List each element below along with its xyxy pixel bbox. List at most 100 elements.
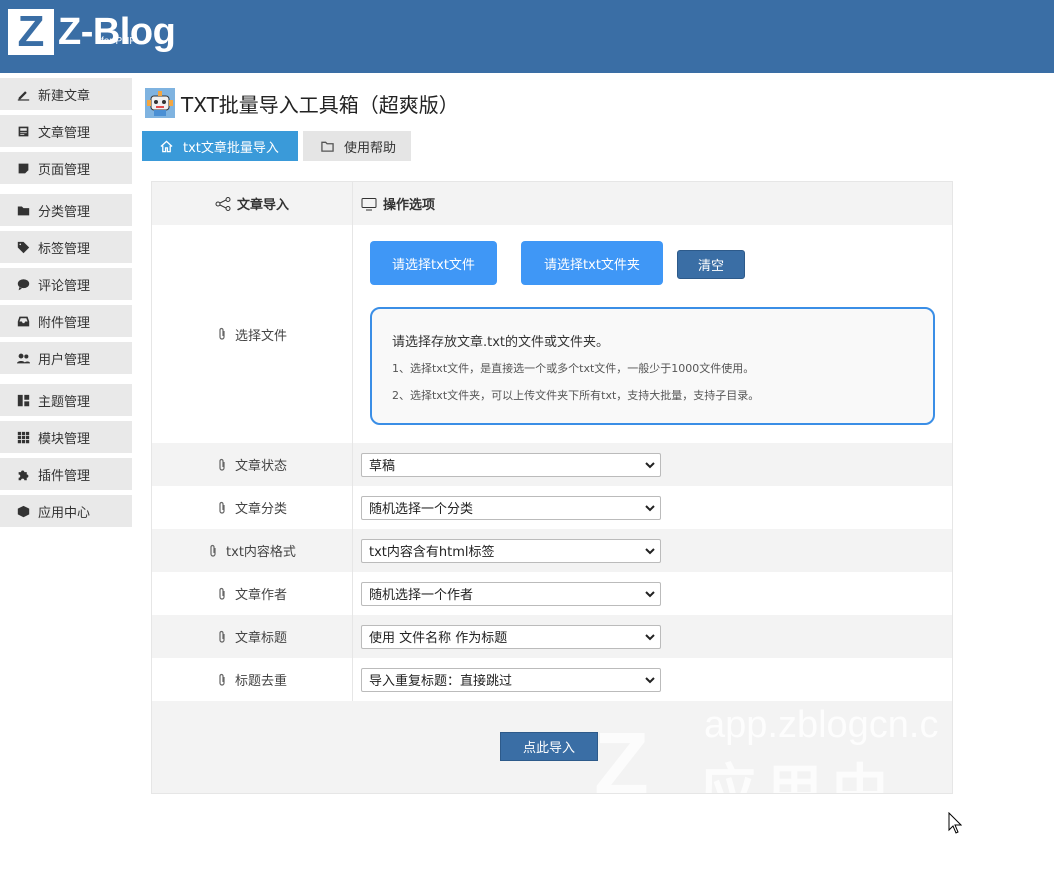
sidebar-item-label: 模块管理 xyxy=(38,431,91,447)
field-label: txt内容格式 xyxy=(226,545,296,560)
file-label-cell: 选择文件 xyxy=(152,225,353,443)
sidebar-item-label: 附件管理 xyxy=(38,315,91,331)
article-list-icon xyxy=(16,124,30,138)
page-icon xyxy=(16,161,30,175)
sidebar-item-label: 新建文章 xyxy=(38,88,91,104)
sidebar-item-attachment-manage[interactable]: 附件管理 xyxy=(0,305,132,337)
clear-button[interactable]: 清空 xyxy=(677,250,745,279)
monitor-icon xyxy=(361,197,377,210)
info-main-text: 请选择存放文章.txt的文件或文件夹。 xyxy=(392,335,610,350)
title-select[interactable]: 使用 文件名称 作为标题 xyxy=(361,624,661,649)
file-select-row: 选择文件 请选择txt文件 请选择txt文件夹 清空 请选择存放文章.txt的文… xyxy=(152,225,952,443)
header-label-import: 文章导入 xyxy=(236,198,289,213)
select-value: 随机选择一个作者 xyxy=(369,588,474,603)
paperclip-icon xyxy=(210,544,216,557)
chevron-down-icon xyxy=(645,547,655,554)
import-submit-button[interactable]: 点此导入 xyxy=(500,732,598,761)
box-icon xyxy=(16,504,30,518)
sidebar-item-label: 分类管理 xyxy=(38,204,91,220)
sidebar-item-user-manage[interactable]: 用户管理 xyxy=(0,342,132,374)
sidebar-item-module-manage[interactable]: 模块管理 xyxy=(0,421,132,453)
author-select[interactable]: 随机选择一个作者 xyxy=(361,581,661,606)
file-options-cell: 请选择txt文件 请选择txt文件夹 清空 请选择存放文章.txt的文件或文件夹… xyxy=(353,225,952,443)
field-row-dedupe: 标题去重 导入重复标题：直接跳过 xyxy=(152,658,952,701)
zblog-logo[interactable]: Z Z-Blog xyxy=(8,9,176,55)
mouse-cursor-icon xyxy=(948,812,962,834)
select-value: 使用 文件名称 作为标题 xyxy=(369,631,508,646)
chevron-down-icon xyxy=(645,676,655,683)
sidebar-item-plugin-manage[interactable]: 插件管理 xyxy=(0,458,132,490)
logo-text: Z-Blog xyxy=(58,11,176,53)
select-value: 草稿 xyxy=(369,459,396,474)
chevron-down-icon xyxy=(645,590,655,597)
sidebar-item-article-manage[interactable]: 文章管理 xyxy=(0,115,132,147)
edit-icon xyxy=(16,87,30,101)
home-icon xyxy=(160,140,173,153)
robot-icon xyxy=(145,88,175,118)
folder-icon xyxy=(16,203,30,217)
tab-txt-import[interactable]: txt文章批量导入 xyxy=(142,131,298,161)
tab-label: 使用帮助 xyxy=(344,140,397,156)
puzzle-icon xyxy=(16,467,30,481)
header-label-options: 操作选项 xyxy=(383,198,436,213)
sidebar: 新建文章 文章管理 页面管理 分类管理 标签管理 评论管理 附件管理 用户管理 … xyxy=(0,78,132,532)
sidebar-item-label: 用户管理 xyxy=(38,352,91,368)
info-box: 请选择存放文章.txt的文件或文件夹。 1、选择txt文件，是直接选一个或多个t… xyxy=(370,307,935,425)
category-select[interactable]: 随机选择一个分类 xyxy=(361,495,661,520)
comment-icon xyxy=(16,277,30,291)
field-label: 文章作者 xyxy=(234,588,287,603)
tag-icon xyxy=(16,240,30,254)
share-icon xyxy=(215,196,231,211)
sidebar-item-label: 标签管理 xyxy=(38,241,91,257)
sidebar-item-category-manage[interactable]: 分类管理 xyxy=(0,194,132,226)
import-form-table: 文章导入 操作选项 选择文件 请选择txt文件 请选择txt文件夹 清空 请选择… xyxy=(151,181,953,794)
table-header-right: 操作选项 xyxy=(353,182,952,225)
paperclip-icon xyxy=(219,587,225,600)
chevron-down-icon xyxy=(645,633,655,640)
field-row-status: 文章状态 草稿 xyxy=(152,443,952,486)
tab-bar: txt文章批量导入 使用帮助 xyxy=(142,131,416,161)
sidebar-item-label: 插件管理 xyxy=(38,468,91,484)
format-select[interactable]: txt内容含有html标签 xyxy=(361,538,661,563)
grid-icon xyxy=(16,430,30,444)
inbox-icon xyxy=(16,314,30,328)
sidebar-item-comment-manage[interactable]: 评论管理 xyxy=(0,268,132,300)
paperclip-icon xyxy=(219,458,225,471)
paperclip-icon xyxy=(219,630,225,643)
tab-help[interactable]: 使用帮助 xyxy=(303,131,411,161)
sidebar-item-label: 文章管理 xyxy=(38,125,91,141)
select-value: 导入重复标题：直接跳过 xyxy=(369,674,513,689)
table-header-row: 文章导入 操作选项 xyxy=(152,182,952,225)
sidebar-item-new-article[interactable]: 新建文章 xyxy=(0,78,132,110)
status-select[interactable]: 草稿 xyxy=(361,452,661,477)
select-txt-folder-button[interactable]: 请选择txt文件夹 xyxy=(521,241,663,285)
header-bar: Z Z-Blog for PHP xyxy=(0,0,1054,73)
info-line-1: 1、选择txt文件，是直接选一个或多个txt文件，一般少于1000文件使用。 xyxy=(392,362,755,375)
sidebar-item-app-center[interactable]: 应用中心 xyxy=(0,495,132,527)
chevron-down-icon xyxy=(645,504,655,511)
sidebar-item-label: 评论管理 xyxy=(38,278,91,294)
page-title: TXT批量导入工具箱（超爽版） xyxy=(145,88,459,118)
field-label: 文章标题 xyxy=(234,631,287,646)
sidebar-item-page-manage[interactable]: 页面管理 xyxy=(0,152,132,184)
page-title-text: TXT批量导入工具箱（超爽版） xyxy=(181,92,459,117)
paperclip-icon xyxy=(219,327,225,340)
file-label: 选择文件 xyxy=(234,328,287,344)
field-row-category: 文章分类 随机选择一个分类 xyxy=(152,486,952,529)
layout-icon xyxy=(16,393,30,407)
users-icon xyxy=(16,351,30,365)
paperclip-icon xyxy=(219,501,225,514)
select-txt-file-button[interactable]: 请选择txt文件 xyxy=(370,241,497,285)
tab-label: txt文章批量导入 xyxy=(183,140,279,156)
sidebar-item-tag-manage[interactable]: 标签管理 xyxy=(0,231,132,263)
chevron-down-icon xyxy=(645,461,655,468)
field-row-author: 文章作者 随机选择一个作者 xyxy=(152,572,952,615)
dedupe-select[interactable]: 导入重复标题：直接跳过 xyxy=(361,667,661,692)
folder-outline-icon xyxy=(321,140,334,153)
field-label: 文章状态 xyxy=(234,459,287,474)
info-line-2: 2、选择txt文件夹，可以上传文件夹下所有txt，支持大批量，支持子目录。 xyxy=(392,389,760,402)
field-row-format: txt内容格式 txt内容含有html标签 xyxy=(152,529,952,572)
sidebar-item-theme-manage[interactable]: 主题管理 xyxy=(0,384,132,416)
select-value: 随机选择一个分类 xyxy=(369,502,474,517)
paperclip-icon xyxy=(219,673,225,686)
